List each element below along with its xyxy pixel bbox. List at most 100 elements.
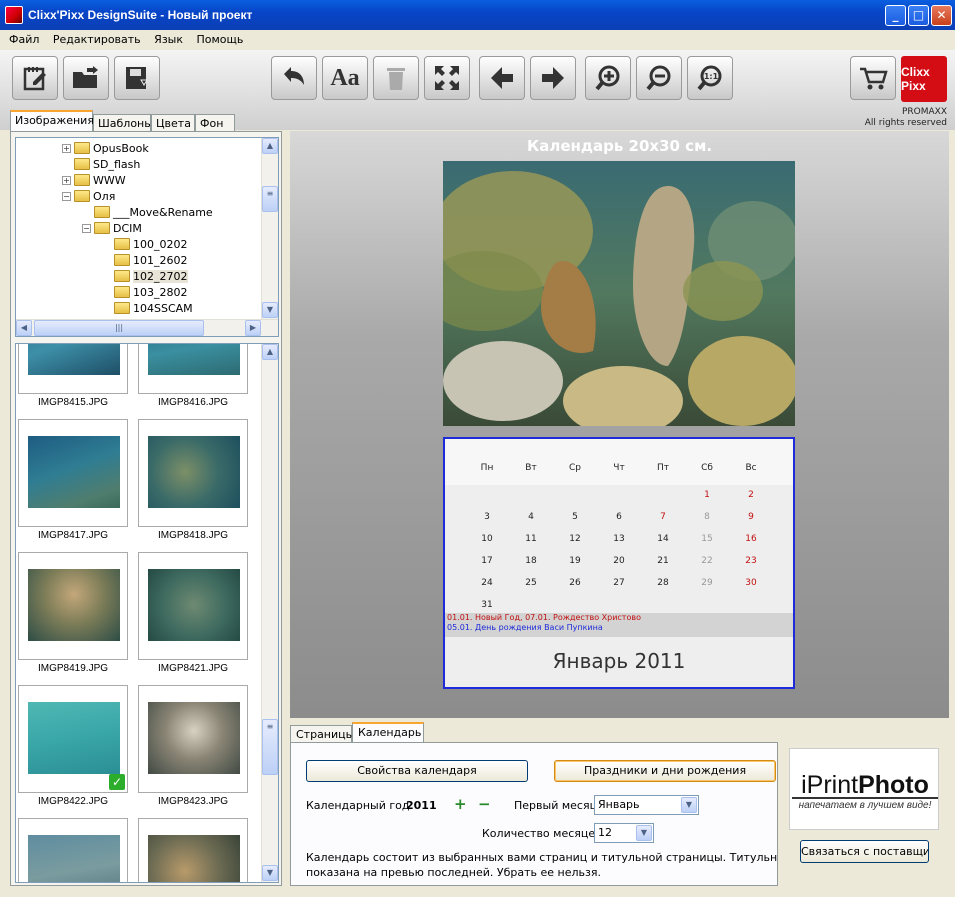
thumbnail-label: IMGP8415.JPG bbox=[37, 397, 109, 408]
scroll-down-icon[interactable]: ▼ bbox=[262, 302, 278, 318]
new-project-button[interactable] bbox=[12, 56, 58, 100]
fit-to-screen-button[interactable] bbox=[424, 56, 470, 100]
menu-help[interactable]: Помощь bbox=[192, 30, 249, 46]
calendar-day: 6 bbox=[616, 512, 622, 522]
expand-icon[interactable]: + bbox=[62, 143, 71, 153]
year-increment-button[interactable]: + bbox=[454, 795, 467, 813]
tree-item[interactable]: + WWW bbox=[62, 172, 126, 188]
cart-button[interactable] bbox=[850, 56, 896, 100]
calendar-day: 14 bbox=[657, 534, 669, 544]
preview-area: Календарь 20х30 см. Пн Вт Ср Чт Пт Сб Вс… bbox=[290, 131, 949, 718]
tab-colors[interactable]: Цвета bbox=[151, 114, 195, 132]
previous-button[interactable] bbox=[479, 56, 525, 100]
thumbnail[interactable] bbox=[138, 818, 248, 882]
tab-pages[interactable]: Страницы bbox=[290, 725, 354, 743]
new-document-icon bbox=[23, 67, 46, 91]
minimize-button[interactable]: _ bbox=[885, 5, 906, 26]
tab-background[interactable]: Фон bbox=[195, 114, 235, 132]
thumbnail[interactable] bbox=[138, 552, 248, 660]
thumbnail[interactable]: ✓ bbox=[18, 685, 128, 793]
chevron-down-icon[interactable]: ▼ bbox=[636, 825, 652, 841]
calendar-day: 31 bbox=[481, 600, 493, 610]
scroll-up-icon[interactable]: ▲ bbox=[262, 344, 278, 360]
months-count-label: Количество месяцев bbox=[482, 827, 602, 840]
iprintphoto-logo[interactable]: iPrintPhoto напечатаем в лучшем виде! bbox=[789, 748, 939, 830]
calendar-day: 29 bbox=[701, 578, 713, 588]
thumbnail[interactable] bbox=[18, 818, 128, 882]
thumbnail[interactable] bbox=[18, 552, 128, 660]
tree-item[interactable]: + OpusBook bbox=[62, 140, 149, 156]
scroll-left-icon[interactable]: ◀ bbox=[16, 320, 32, 336]
expand-icon[interactable]: + bbox=[62, 175, 71, 185]
undo-icon bbox=[284, 67, 304, 85]
delete-button[interactable] bbox=[373, 56, 419, 100]
calendar-day: 11 bbox=[525, 534, 537, 544]
thumbnail[interactable] bbox=[138, 344, 248, 394]
holiday-line: 01.01. Новый Год, 07.01. Рождество Христ… bbox=[447, 613, 641, 622]
thumbnails-vertical-scrollbar[interactable]: ▲ ≡ ▼ bbox=[261, 344, 278, 882]
tree-item[interactable]: 101_2602 bbox=[114, 252, 188, 268]
chevron-down-icon[interactable]: ▼ bbox=[681, 797, 697, 813]
folder-icon bbox=[94, 222, 110, 234]
app-icon[interactable] bbox=[5, 6, 23, 24]
scroll-down-icon[interactable]: ▼ bbox=[262, 865, 278, 881]
zoom-out-button[interactable] bbox=[636, 56, 682, 100]
menu-language[interactable]: Язык bbox=[149, 30, 188, 46]
calendar-day: 12 bbox=[569, 534, 581, 544]
calendar-day: 13 bbox=[613, 534, 625, 544]
tree-item[interactable]: 100_0202 bbox=[114, 236, 188, 252]
menu-file[interactable]: Файл bbox=[4, 30, 44, 46]
tree-horizontal-scrollbar[interactable]: ◀ ||| ▶ bbox=[16, 319, 278, 336]
tree-item-selected[interactable]: 102_2702 bbox=[114, 268, 188, 284]
scroll-thumb[interactable]: ||| bbox=[34, 320, 204, 336]
tree-item[interactable]: ___Move&Rename bbox=[94, 204, 213, 220]
next-button[interactable] bbox=[530, 56, 576, 100]
undo-button[interactable] bbox=[271, 56, 317, 100]
collapse-icon[interactable]: − bbox=[82, 223, 91, 233]
folder-tree: + OpusBook SD_flash + WWW − Оля ___Move&Ren… bbox=[15, 137, 279, 337]
calendar-weekdays-row: Пн Вт Ср Чт Пт Сб Вс bbox=[445, 439, 793, 485]
tree-item[interactable]: 103_2802 bbox=[114, 284, 188, 300]
shopping-cart-icon bbox=[860, 67, 888, 90]
text-button[interactable]: Aa bbox=[322, 56, 368, 100]
thumbnail-label: IMGP8422.JPG bbox=[37, 796, 109, 807]
tree-item[interactable]: − Оля bbox=[62, 188, 115, 204]
tree-item[interactable]: 104SSCAM bbox=[114, 300, 193, 316]
save-project-button[interactable] bbox=[114, 56, 160, 100]
scroll-up-icon[interactable]: ▲ bbox=[262, 138, 278, 154]
year-decrement-button[interactable]: − bbox=[478, 795, 491, 813]
holidays-button[interactable]: Праздники и дни рождения bbox=[554, 760, 776, 782]
months-count-select[interactable]: 12 ▼ bbox=[594, 823, 654, 843]
open-project-button[interactable] bbox=[63, 56, 109, 100]
tree-vertical-scrollbar[interactable]: ▲ ≡ ▼ bbox=[261, 138, 278, 319]
scroll-thumb[interactable]: ≡ bbox=[262, 186, 278, 212]
scroll-right-icon[interactable]: ▶ bbox=[245, 320, 261, 336]
zoom-in-button[interactable] bbox=[585, 56, 631, 100]
calendar-description: Календарь состоит из выбранных вами стра… bbox=[306, 851, 778, 879]
first-month-select[interactable]: Январь ▼ bbox=[594, 795, 699, 815]
tab-calendar[interactable]: Календарь bbox=[352, 722, 424, 743]
tab-images[interactable]: Изображения bbox=[10, 110, 94, 131]
tree-item[interactable]: SD_flash bbox=[74, 156, 140, 172]
calendar-properties-button[interactable]: Свойства календаря bbox=[306, 760, 528, 782]
tab-templates[interactable]: Шаблоны bbox=[93, 114, 153, 132]
thumbnail-label: IMGP8416.JPG bbox=[157, 397, 229, 408]
calendar-photo[interactable] bbox=[443, 161, 795, 426]
thumbnail[interactable] bbox=[18, 419, 128, 527]
promaxx-credit: PROMAXX All rights reserved bbox=[865, 107, 947, 129]
tree-item[interactable]: − DCIM bbox=[82, 220, 142, 236]
scroll-thumb[interactable]: ≡ bbox=[262, 719, 278, 775]
calendar-grid[interactable]: Пн Вт Ср Чт Пт Сб Вс 1 2 3 4 5 6 7 8 9 10 11 12 13 14… bbox=[443, 437, 795, 689]
thumbnail[interactable] bbox=[138, 419, 248, 527]
menu-edit[interactable]: Редактировать bbox=[48, 30, 146, 46]
actual-size-button[interactable]: 1:1 bbox=[687, 56, 733, 100]
close-button[interactable]: ✕ bbox=[931, 5, 952, 26]
thumbnail[interactable] bbox=[138, 685, 248, 793]
collapse-icon[interactable]: − bbox=[62, 191, 71, 201]
thumbnail-label: IMGP8423.JPG bbox=[157, 796, 229, 807]
menu-bar: Файл Редактировать Язык Помощь bbox=[0, 30, 955, 50]
thumbnail[interactable] bbox=[18, 344, 128, 394]
save-icon bbox=[126, 67, 148, 89]
maximize-button[interactable]: □ bbox=[908, 5, 929, 26]
contact-supplier-button[interactable]: Связаться с поставщиком bbox=[800, 840, 929, 863]
